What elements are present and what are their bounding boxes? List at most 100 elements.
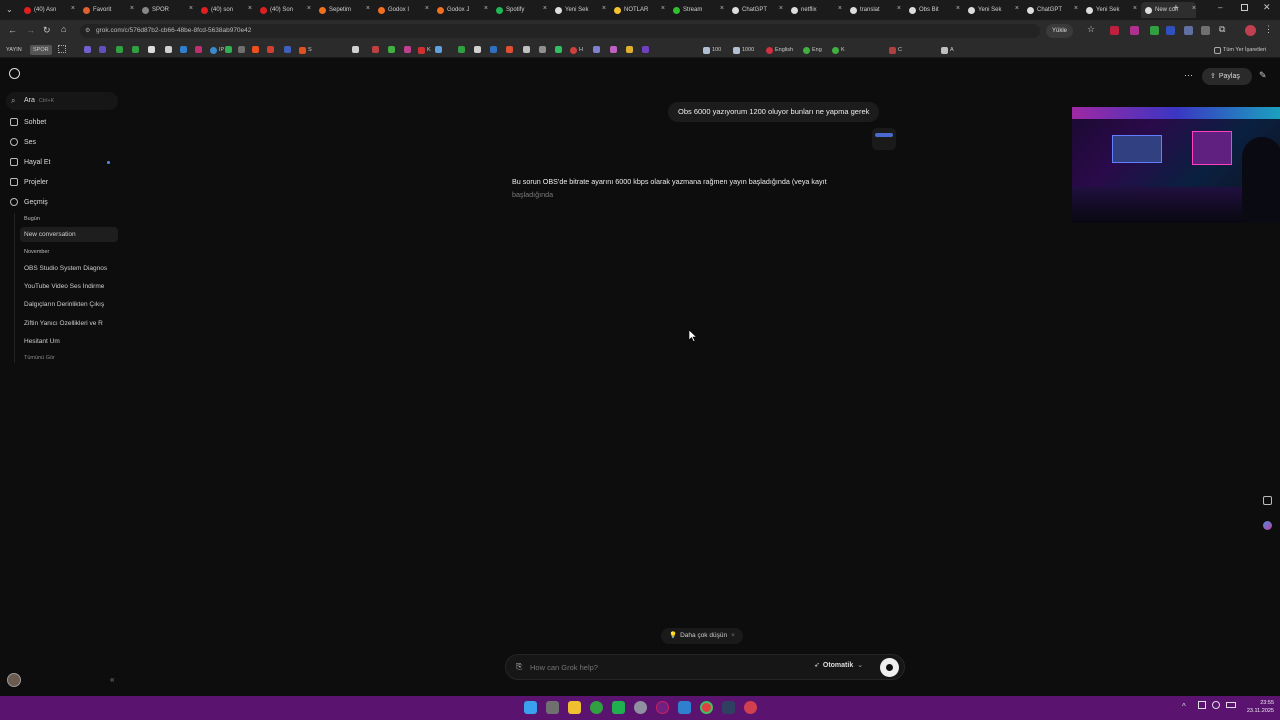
bookmark-favicon-icon[interactable] bbox=[84, 46, 91, 53]
update-button[interactable]: Yükle bbox=[1046, 24, 1074, 38]
browser-tab[interactable]: Yeni Sek × bbox=[551, 2, 606, 18]
user-avatar[interactable] bbox=[7, 673, 21, 687]
bookmark-favicon-icon[interactable] bbox=[523, 46, 530, 53]
bookmark-100[interactable]: 100 bbox=[703, 45, 721, 55]
edit-message-button[interactable] bbox=[872, 128, 896, 150]
bookmark-favicon-icon[interactable] bbox=[388, 46, 395, 53]
extension-icon[interactable] bbox=[1150, 26, 1159, 35]
bookmark-yayin[interactable]: YAYIN bbox=[6, 45, 22, 55]
tab-close-icon[interactable]: × bbox=[484, 5, 488, 12]
bookmark-favicon-icon[interactable] bbox=[252, 46, 259, 53]
tab-close-icon[interactable]: × bbox=[720, 5, 724, 12]
bookmark-favicon-icon[interactable] bbox=[593, 46, 600, 53]
bookmark-favicon-icon[interactable] bbox=[404, 46, 411, 53]
browser-tab[interactable]: (40) Asn × bbox=[20, 2, 75, 18]
mode-selector[interactable]: ➶ Otomatik ⌄ bbox=[814, 661, 863, 669]
bookmark-favicon-icon[interactable] bbox=[642, 46, 649, 53]
extension-icon[interactable] bbox=[1201, 26, 1210, 35]
share-button[interactable]: ⇪ Paylaş bbox=[1202, 68, 1252, 85]
tab-close-icon[interactable]: × bbox=[897, 5, 901, 12]
browser-tab[interactable]: Stream × bbox=[669, 2, 724, 18]
bookmark-favicon-icon[interactable] bbox=[148, 46, 155, 53]
bookmark-a[interactable]: A bbox=[941, 45, 954, 55]
bookmark-c[interactable]: C bbox=[889, 45, 902, 55]
tab-close-icon[interactable]: × bbox=[1133, 5, 1137, 12]
tab-close-icon[interactable]: × bbox=[1192, 5, 1196, 12]
site-info-icon[interactable]: ⚙ bbox=[85, 24, 90, 38]
windows-start-icon[interactable] bbox=[524, 701, 537, 714]
bookmark-spor[interactable]: SPOR bbox=[30, 45, 52, 55]
system-clock[interactable]: 23:55 23.11.2025 bbox=[1240, 699, 1274, 715]
task-view-icon[interactable] bbox=[546, 701, 559, 714]
collapse-sidebar-icon[interactable]: « bbox=[110, 675, 114, 684]
new-chat-icon[interactable]: ✎ bbox=[1259, 70, 1267, 81]
grok-logo-icon[interactable] bbox=[9, 68, 20, 79]
new-tab-button[interactable]: + bbox=[1173, 3, 1179, 14]
attach-icon[interactable]: ⎘ bbox=[516, 662, 522, 672]
bookmark-favicon-icon[interactable] bbox=[99, 46, 106, 53]
more-options-icon[interactable]: ⋯ bbox=[1184, 70, 1193, 81]
voice-mode-button[interactable] bbox=[880, 658, 899, 677]
tab-close-icon[interactable]: × bbox=[956, 5, 960, 12]
tab-close-icon[interactable]: × bbox=[661, 5, 665, 12]
tab-close-icon[interactable]: × bbox=[71, 5, 75, 12]
history-item[interactable]: New conversation bbox=[24, 231, 116, 238]
nav-sohbet[interactable]: Sohbet bbox=[10, 118, 46, 126]
tab-close-icon[interactable]: × bbox=[307, 5, 311, 12]
browser-tab[interactable]: Favorit × bbox=[79, 2, 134, 18]
browser-tab[interactable]: Sepetim × bbox=[315, 2, 370, 18]
prompt-input[interactable] bbox=[530, 660, 790, 675]
bookmark-k[interactable]: K bbox=[418, 45, 431, 55]
extension-icon[interactable] bbox=[1130, 26, 1139, 35]
history-item[interactable]: YouTube Video Ses İndirme bbox=[24, 283, 116, 290]
back-icon[interactable]: ← bbox=[8, 25, 17, 35]
bookmark-favicon-icon[interactable] bbox=[372, 46, 379, 53]
browser-tab[interactable]: Obs Bit × bbox=[905, 2, 960, 18]
extension-icon[interactable] bbox=[1184, 26, 1193, 35]
history-item[interactable]: Hesitant Um bbox=[24, 338, 116, 345]
bookmark-favicon-icon[interactable] bbox=[435, 46, 442, 53]
bookmark-favicon-icon[interactable] bbox=[506, 46, 513, 53]
history-item[interactable]: Ziftin Yanıcı Özellikleri ve R bbox=[24, 320, 116, 327]
tab-close-icon[interactable]: × bbox=[838, 5, 842, 12]
tab-close-icon[interactable]: × bbox=[1074, 5, 1078, 12]
bookmark-favicon-icon[interactable] bbox=[180, 46, 187, 53]
bookmark-favicon-icon[interactable] bbox=[539, 46, 546, 53]
tab-close-icon[interactable]: × bbox=[602, 5, 606, 12]
bookmark-favicon-icon[interactable] bbox=[626, 46, 633, 53]
bookmark-favicon-icon[interactable] bbox=[284, 46, 291, 53]
extension-icon[interactable] bbox=[1166, 26, 1175, 35]
media-player-icon[interactable] bbox=[612, 701, 625, 714]
bookmark-favicon-icon[interactable] bbox=[116, 46, 123, 53]
tab-close-icon[interactable]: × bbox=[366, 5, 370, 12]
nav-projeler[interactable]: Projeler bbox=[10, 178, 48, 186]
close-window-button[interactable]: ✕ bbox=[1263, 2, 1271, 13]
bookmark-english[interactable]: English bbox=[766, 45, 793, 55]
nav-gecmis[interactable]: Geçmiş bbox=[10, 198, 48, 206]
vscode-icon[interactable] bbox=[678, 701, 691, 714]
reload-icon[interactable]: ↻ bbox=[43, 25, 51, 36]
tab-close-icon[interactable]: × bbox=[189, 5, 193, 12]
xbox-icon[interactable] bbox=[590, 701, 603, 714]
chrome-profile-icon[interactable] bbox=[744, 701, 757, 714]
history-item[interactable]: Dalgıçların Derinlikten Çıkış bbox=[24, 301, 116, 308]
settings-icon[interactable] bbox=[634, 701, 647, 714]
bookmark-favicon-icon[interactable] bbox=[555, 46, 562, 53]
bookmark-h[interactable]: H bbox=[570, 45, 583, 55]
profile-avatar[interactable] bbox=[1245, 25, 1256, 36]
bookmark-favicon-icon[interactable] bbox=[132, 46, 139, 53]
history-item[interactable]: OBS Studio System Diagnos bbox=[24, 265, 116, 272]
bookmark-favicon-icon[interactable] bbox=[238, 46, 245, 53]
tab-close-icon[interactable]: × bbox=[1015, 5, 1019, 12]
url-field[interactable]: ⚙ grok.com/c/576d87b2-cb66-48be-8fcd-563… bbox=[80, 24, 1040, 38]
nav-hayal-et[interactable]: Hayal Et bbox=[10, 158, 50, 166]
browser-tab[interactable]: Spotify × bbox=[492, 2, 547, 18]
all-bookmarks[interactable]: Tüm Yer İşaretleri bbox=[1214, 45, 1266, 55]
bookmark-s[interactable]: S bbox=[299, 45, 312, 55]
bookmark-favicon-icon[interactable] bbox=[267, 46, 274, 53]
browser-tab[interactable]: Godox J × bbox=[433, 2, 488, 18]
bookmark-ip[interactable]: IP bbox=[210, 45, 224, 55]
bookmark-1000[interactable]: 1000 bbox=[733, 45, 754, 55]
bookmark-favicon-icon[interactable] bbox=[225, 46, 232, 53]
bookmark-k2[interactable]: K bbox=[832, 45, 845, 55]
